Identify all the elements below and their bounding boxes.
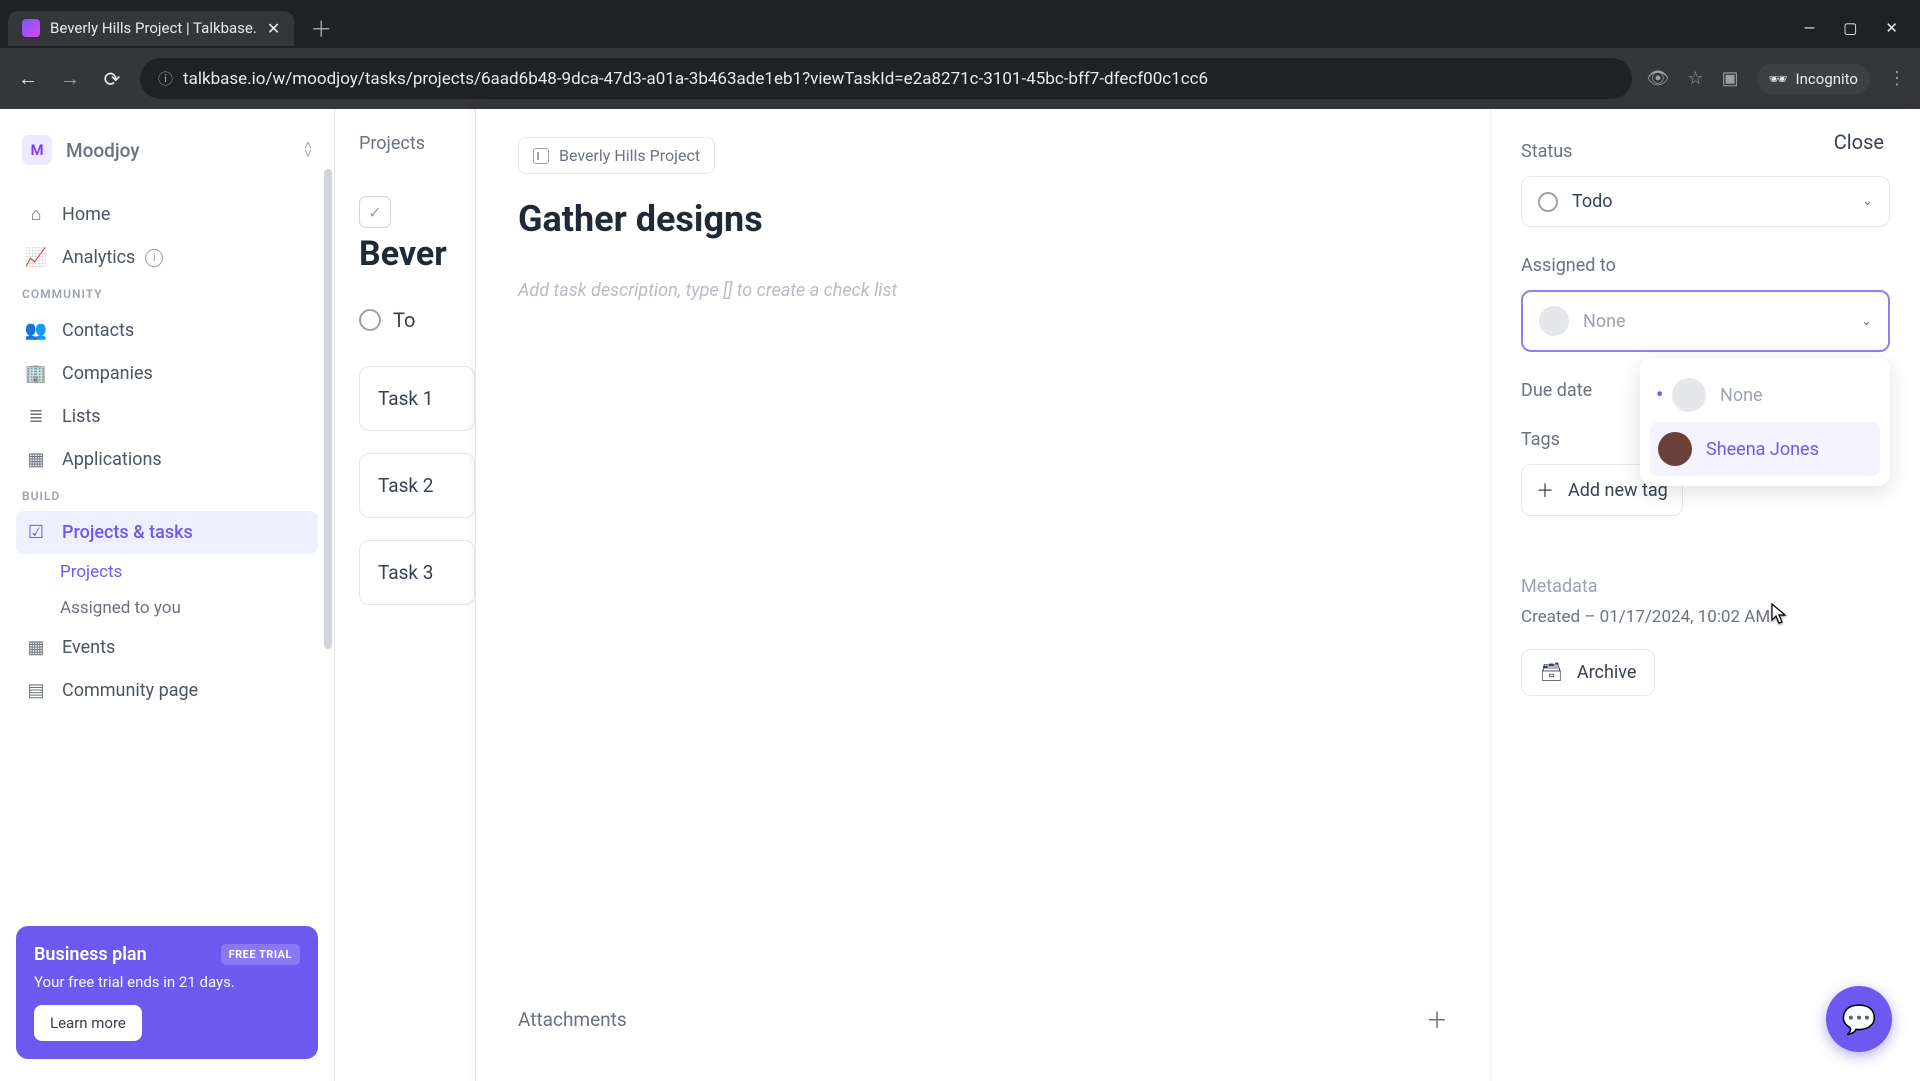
forward-button[interactable]: →: [56, 65, 84, 93]
incognito-badge[interactable]: 🕶 Incognito: [1757, 64, 1871, 94]
task-card[interactable]: Task 3: [359, 540, 475, 605]
sidebar-item-analytics[interactable]: 📈 Analytics i: [16, 236, 318, 279]
chat-icon: 💬: [1842, 1003, 1877, 1036]
avatar-placeholder-icon: [1672, 378, 1706, 412]
home-icon: ⌂: [26, 204, 46, 225]
sidebar-sub-assigned[interactable]: Assigned to you: [16, 590, 318, 626]
dropdown-item-none[interactable]: None: [1650, 368, 1880, 422]
created-text: Created – 01/17/2024, 10:02 AM: [1521, 607, 1890, 627]
promo-text: Your free trial ends in 21 days.: [34, 973, 300, 991]
task-description-input[interactable]: Add task description, type [] to create …: [518, 280, 1448, 301]
metadata-label: Metadata: [1521, 576, 1890, 597]
task-sidebar: Status Todo ⌄ Assigned to None ⌄ No: [1490, 109, 1920, 1081]
task-title[interactable]: Gather designs: [518, 198, 1448, 240]
status-circle-icon: [359, 309, 381, 331]
project-chip[interactable]: Beverly Hills Project: [518, 137, 715, 174]
breadcrumb[interactable]: Projects: [359, 133, 475, 154]
maximize-icon[interactable]: ▢: [1843, 19, 1857, 37]
back-button[interactable]: ←: [14, 65, 42, 93]
tab-close-icon[interactable]: ✕: [267, 19, 280, 38]
assignee-select[interactable]: None ⌄ None Sheena Jones: [1521, 290, 1890, 352]
chevron-down-icon: ⌄: [1862, 194, 1873, 209]
incognito-icon: 🕶: [1769, 70, 1788, 88]
favicon-icon: [22, 19, 40, 37]
close-window-icon[interactable]: ✕: [1885, 19, 1898, 37]
avatar-placeholder-icon: [1539, 306, 1569, 336]
url-text: talkbase.io/w/moodjoy/tasks/projects/6aa…: [183, 69, 1208, 89]
address-bar[interactable]: ⓘ talkbase.io/w/moodjoy/tasks/projects/6…: [140, 58, 1632, 99]
archive-button[interactable]: 🗃 Archive: [1521, 649, 1655, 696]
attachments-label: Attachments: [518, 1008, 627, 1031]
assignee-dropdown: None Sheena Jones: [1640, 358, 1890, 486]
info-icon[interactable]: i: [145, 249, 163, 267]
panel-icon[interactable]: ▣: [1721, 68, 1738, 89]
promo-title: Business plan: [34, 944, 147, 965]
task-card[interactable]: Task 1: [359, 366, 475, 431]
task-card[interactable]: Task 2: [359, 453, 475, 518]
section-label-community: COMMUNITY: [16, 279, 318, 309]
sidebar-sub-projects[interactable]: Projects: [16, 554, 318, 590]
apps-icon: ▦: [26, 449, 46, 470]
workspace-name: Moodjoy: [66, 139, 140, 162]
assigned-label: Assigned to: [1521, 255, 1890, 276]
sidebar-item-events[interactable]: ▦ Events: [16, 626, 318, 669]
project-chip-icon: [533, 148, 549, 164]
promo-card: Business plan FREE TRIAL Your free trial…: [16, 926, 318, 1059]
sidebar-item-lists[interactable]: ≣ Lists: [16, 395, 318, 438]
companies-icon: 🏢: [26, 363, 46, 384]
sidebar-item-projects-tasks[interactable]: ☑ Projects & tasks: [16, 511, 318, 554]
user-avatar: [1658, 432, 1692, 466]
sidebar-scrollbar[interactable]: [324, 169, 332, 649]
browser-tab[interactable]: Beverly Hills Project | Talkbase. ✕: [8, 11, 294, 46]
minimize-icon[interactable]: ―: [1804, 19, 1816, 37]
sidebar: M Moodjoy ˄˅ ⌂ Home 📈 Analytics i COMMUN…: [0, 109, 335, 1081]
kebab-menu-icon[interactable]: ⋮: [1888, 68, 1906, 89]
eye-off-icon[interactable]: 👁: [1646, 68, 1669, 89]
workspace-avatar: M: [22, 135, 52, 165]
bookmark-icon[interactable]: ☆: [1687, 68, 1703, 89]
sidebar-item-applications[interactable]: ▦ Applications: [16, 438, 318, 481]
promo-badge: FREE TRIAL: [221, 944, 300, 965]
tab-title: Beverly Hills Project | Talkbase.: [50, 19, 257, 37]
status-select[interactable]: Todo ⌄: [1521, 176, 1890, 227]
project-icon: ✓: [359, 196, 391, 228]
reload-button[interactable]: ⟳: [98, 65, 126, 93]
close-panel-button[interactable]: Close: [1834, 130, 1884, 154]
task-panel: Beverly Hills Project Gather designs Add…: [475, 109, 1920, 1081]
workspace-switcher[interactable]: M Moodjoy ˄˅: [16, 131, 318, 169]
chat-fab-button[interactable]: 💬: [1826, 986, 1892, 1052]
page-icon: ▤: [26, 680, 46, 701]
calendar-icon: ▦: [26, 637, 46, 658]
chart-icon: 📈: [26, 247, 46, 268]
sidebar-item-contacts[interactable]: 👥 Contacts: [16, 309, 318, 352]
plus-icon: ＋: [1536, 477, 1554, 503]
updown-caret-icon: ˄˅: [304, 142, 312, 158]
sidebar-item-home[interactable]: ⌂ Home: [16, 193, 318, 236]
column-status[interactable]: To: [359, 308, 475, 332]
section-label-build: BUILD: [16, 481, 318, 511]
site-info-icon[interactable]: ⓘ: [158, 68, 173, 89]
archive-icon: 🗃: [1540, 662, 1563, 683]
check-square-icon: ☑: [26, 522, 46, 543]
chevron-down-icon: ⌄: [1861, 314, 1872, 329]
page-title: Bever: [359, 234, 475, 274]
sidebar-item-companies[interactable]: 🏢 Companies: [16, 352, 318, 395]
contacts-icon: 👥: [26, 320, 46, 341]
learn-more-button[interactable]: Learn more: [34, 1005, 142, 1041]
add-attachment-button[interactable]: ＋: [1426, 1003, 1448, 1035]
main-column: Projects ✓ Bever To Task 1 Task 2 Task 3: [335, 109, 475, 1081]
new-tab-button[interactable]: ＋: [302, 8, 340, 48]
lists-icon: ≣: [26, 406, 46, 427]
sidebar-item-community-page[interactable]: ▤ Community page: [16, 669, 318, 712]
status-ring-icon: [1538, 192, 1558, 212]
dropdown-item-user[interactable]: Sheena Jones: [1650, 422, 1880, 476]
